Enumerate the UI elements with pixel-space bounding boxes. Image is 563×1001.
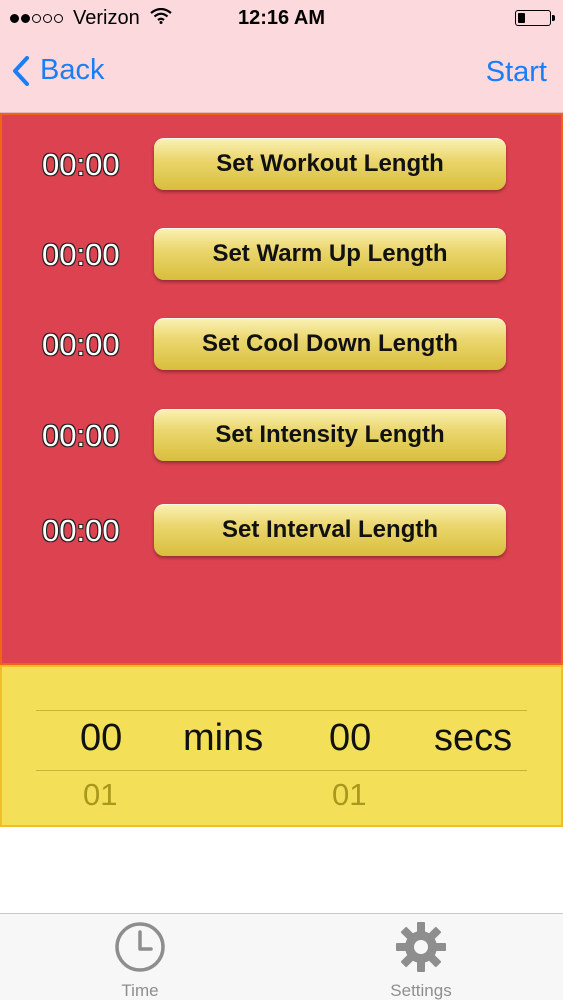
workout-length-value: 00:00 [42, 147, 120, 182]
clock-icon [115, 922, 165, 972]
set-workout-length-button[interactable]: Set Workout Length [154, 138, 506, 190]
back-label: Back [40, 54, 105, 86]
chevron-left-icon [13, 55, 29, 86]
cool-down-length-row: 00:00 Set Cool Down Length [2, 318, 563, 374]
cool-down-length-value: 00:00 [42, 327, 120, 362]
tab-bar: Time Settings [0, 913, 563, 1000]
navigation-bar: Back Start [0, 36, 563, 113]
back-button[interactable]: Back [12, 54, 104, 87]
set-interval-length-button[interactable]: Set Interval Length [154, 504, 506, 556]
minutes-unit-label: mins [183, 717, 264, 759]
warm-up-length-row: 00:00 Set Warm Up Length [2, 228, 563, 284]
warm-up-length-value: 00:00 [42, 237, 120, 272]
battery-icon [515, 10, 555, 26]
tab-settings[interactable]: Settings [361, 920, 481, 1001]
minutes-selected[interactable]: 00 [80, 717, 122, 760]
seconds-next-option[interactable]: 01 [332, 777, 366, 813]
interval-length-value: 00:00 [42, 513, 120, 548]
tab-settings-label: Settings [390, 981, 452, 1000]
intensity-length-row: 00:00 Set Intensity Length [2, 409, 563, 465]
start-button[interactable]: Start [486, 56, 547, 89]
interval-length-row: 00:00 Set Interval Length [2, 504, 563, 560]
set-intensity-length-button[interactable]: Set Intensity Length [154, 409, 506, 461]
settings-panel: 00:00 Set Workout Length 00:00 Set Warm … [0, 113, 563, 665]
time-picker[interactable]: 00 mins 00 secs 01 01 [0, 665, 563, 827]
battery-level [518, 13, 525, 23]
seconds-unit-label: secs [434, 717, 513, 759]
picker-selection-top-line [36, 710, 527, 711]
intensity-length-value: 00:00 [42, 418, 120, 453]
picker-selection-bottom-line [36, 770, 527, 771]
workout-length-row: 00:00 Set Workout Length [2, 138, 563, 194]
set-cool-down-length-button[interactable]: Set Cool Down Length [154, 318, 506, 370]
status-time: 12:16 AM [237, 7, 326, 29]
minutes-next-option[interactable]: 01 [83, 777, 117, 813]
seconds-selected[interactable]: 00 [329, 717, 371, 760]
tab-time[interactable]: Time [80, 920, 200, 1001]
gear-icon [396, 922, 446, 972]
tab-time-label: Time [121, 981, 159, 1000]
set-warm-up-length-button[interactable]: Set Warm Up Length [154, 228, 506, 280]
status-bar: Verizon 12:16 AM [0, 0, 563, 36]
